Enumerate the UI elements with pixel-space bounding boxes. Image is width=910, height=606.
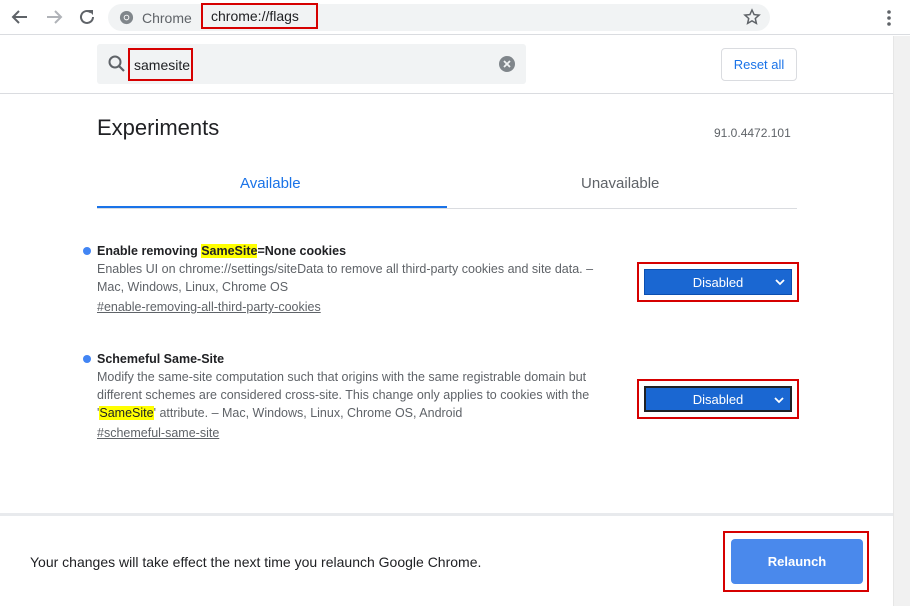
flag-entry-enable-removing-samesite: Enable removing SameSite=None cookies En… <box>83 242 799 317</box>
forward-button[interactable] <box>43 6 65 28</box>
flag-state-select[interactable]: Disabled <box>644 386 792 412</box>
select-value: Disabled <box>692 391 744 407</box>
chrome-logo-icon <box>119 10 134 25</box>
flag-description: Enables UI on chrome://settings/siteData… <box>97 262 594 294</box>
relaunch-message: Your changes will take effect the next t… <box>30 554 482 570</box>
flag-title-text: Enable removing <box>97 244 202 258</box>
omnibox[interactable]: Chrome chrome://flags <box>108 3 770 31</box>
tab-available[interactable]: Available <box>240 175 301 192</box>
flags-search-header: Reset all <box>0 36 910 94</box>
chevron-down-icon <box>775 279 785 286</box>
search-highlight: SameSite <box>201 244 258 258</box>
flag-description-text: ' attribute. – Mac, Windows, Linux, Chro… <box>153 406 463 420</box>
flag-permalink[interactable]: #schemeful-same-site <box>97 423 219 443</box>
reload-button[interactable] <box>76 6 98 28</box>
modified-dot-icon <box>83 355 91 363</box>
scrollbar[interactable] <box>893 36 910 606</box>
flag-select-highlight: Disabled <box>637 379 799 419</box>
flags-tabs: Available Unavailable <box>97 165 797 209</box>
site-chip-label: Chrome <box>142 10 192 26</box>
flag-entry-schemeful-same-site: Schemeful Same-Site Modify the same-site… <box>83 350 799 443</box>
flag-state-select[interactable]: Disabled <box>644 269 792 295</box>
chrome-flags-page: Chrome chrome://flags Reset all Experime… <box>0 0 910 606</box>
flags-content: Experiments 91.0.4472.101 Available Unav… <box>0 95 893 513</box>
search-highlight: SameSite <box>99 406 154 420</box>
browser-toolbar: Chrome chrome://flags <box>0 0 910 35</box>
tab-unavailable[interactable]: Unavailable <box>581 175 659 192</box>
flag-title-text: =None cookies <box>257 244 347 258</box>
chevron-down-icon <box>774 397 784 404</box>
flag-description: Modify the same-site computation such th… <box>97 368 617 422</box>
back-button[interactable] <box>9 6 31 28</box>
kebab-menu-icon <box>887 10 891 26</box>
bookmark-star-icon[interactable] <box>743 8 761 26</box>
select-value: Disabled <box>692 274 744 290</box>
arrow-left-icon <box>11 10 27 24</box>
browser-menu-button[interactable] <box>880 8 898 28</box>
reload-icon <box>80 9 94 24</box>
search-box <box>97 44 526 84</box>
clear-search-icon[interactable] <box>499 56 515 72</box>
modified-dot-icon <box>83 247 91 255</box>
search-input[interactable] <box>130 50 191 79</box>
flag-title: Enable removing SameSite=None cookies <box>97 242 797 260</box>
relaunch-footer: Your changes will take effect the next t… <box>0 513 893 606</box>
relaunch-button-highlight: Relaunch <box>723 531 869 592</box>
arrow-right-icon <box>47 10 63 24</box>
url-field[interactable]: chrome://flags <box>201 3 318 29</box>
page-title: Experiments <box>97 115 220 140</box>
reset-all-button[interactable]: Reset all <box>721 48 797 81</box>
flag-permalink[interactable]: #enable-removing-all-third-party-cookies <box>97 297 321 317</box>
search-input-highlight <box>128 48 193 81</box>
relaunch-button[interactable]: Relaunch <box>731 539 863 584</box>
url-text: chrome://flags <box>211 8 299 24</box>
search-icon <box>108 55 125 72</box>
flag-title: Schemeful Same-Site <box>97 352 225 366</box>
version-label: 91.0.4472.101 <box>714 126 791 140</box>
active-tab-indicator <box>97 206 447 208</box>
flag-select-highlight: Disabled <box>637 262 799 302</box>
